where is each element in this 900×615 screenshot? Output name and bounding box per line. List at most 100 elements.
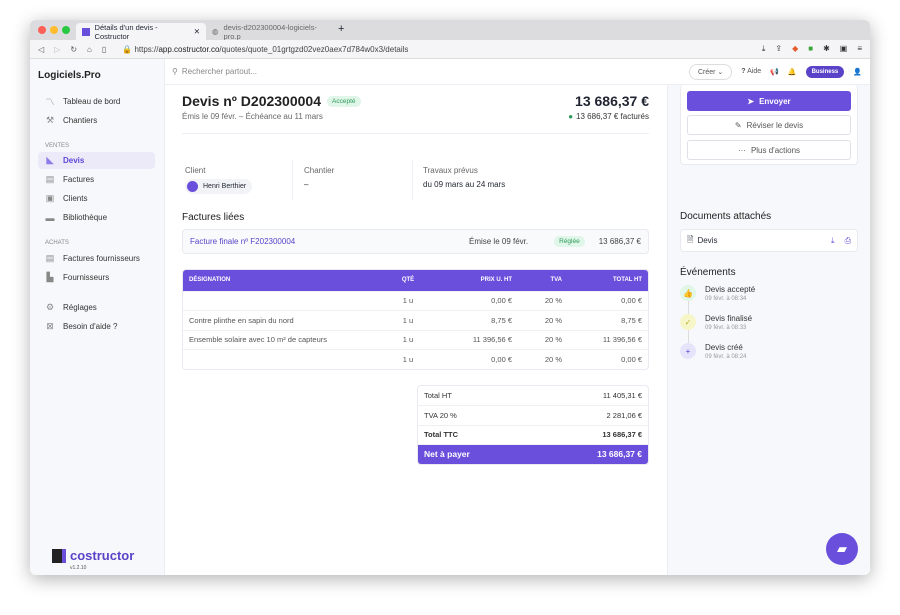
sidebar-item-dashboard[interactable]: 〽 Tableau de bord <box>38 93 155 110</box>
invoice-status-badge: Réglée <box>554 236 585 247</box>
avatar <box>187 181 198 192</box>
more-label: Plus d'actions <box>750 145 801 155</box>
table-row[interactable]: Ensemble solaire avec 10 m² de capteurs 1… <box>183 329 648 350</box>
event-date: 09 févr. à 08:24 <box>705 354 747 360</box>
plus-icon: + <box>680 343 696 359</box>
sidebar-item-label: Fournisseurs <box>63 273 110 282</box>
table-row[interactable]: 1 u 0,00 €20 % 0,00 € <box>183 290 648 311</box>
linked-invoice-row[interactable]: Facture finale nº F202300004 Émise le 09… <box>182 229 649 254</box>
chat-button[interactable]: ▰ <box>826 533 858 565</box>
home-icon[interactable]: ⌂ <box>87 45 92 54</box>
worker-icon: ⚒ <box>45 115 55 125</box>
share-icon[interactable]: ⇪ <box>775 44 782 54</box>
new-tab-button[interactable]: + <box>338 23 344 35</box>
top-bar: ⚲ Rechercher partout... Créer ⌄ ? Aide 📢 … <box>165 59 870 85</box>
event-label: Devis finalisé <box>705 314 753 323</box>
logo-text: costructor <box>70 548 135 563</box>
sidebar-item-label: Clients <box>63 194 88 203</box>
events-title: Événements <box>680 267 736 278</box>
table-header: DÉSIGNATION QTÉ PRIX U. HT TVA TOTAL HT <box>183 270 648 291</box>
send-button[interactable]: ➤ Envoyer <box>687 91 851 111</box>
chat-bubble-icon: ▰ <box>837 541 847 556</box>
event-label: Devis accepté <box>705 285 756 294</box>
total-value: 13 686,37 € <box>533 424 648 445</box>
create-dropdown[interactable]: Créer ⌄ <box>688 63 733 80</box>
total-value: 2 281,06 € <box>533 405 648 425</box>
sidebar-item-bibliotheque[interactable]: ▬ Bibliothèque <box>38 209 155 226</box>
browser-tab[interactable]: ◍ devis-d202300004-logiciels-pro.p <box>206 23 330 41</box>
bell-icon[interactable]: 🔔 <box>788 68 797 76</box>
url-prefix: https:// <box>134 44 159 54</box>
extensions-icon[interactable]: ✱ <box>823 44 830 54</box>
paper-plane-icon: ➤ <box>747 96 755 106</box>
sidebar: Logiciels.Pro 〽 Tableau de bord ⚒ Chantier… <box>30 59 165 575</box>
sidebar-item-aide[interactable]: ⊠ Besoin d'aide ? <box>38 318 155 335</box>
event-item: 👍 Devis accepté 09 févr. à 08:34 <box>680 285 755 302</box>
search-input[interactable]: ⚲ Rechercher partout... <box>172 67 257 76</box>
help-button[interactable]: ? Aide <box>741 68 761 75</box>
brave-shield-icon[interactable]: ◆ <box>792 44 798 54</box>
sidebar-item-label: Chantiers <box>63 116 98 125</box>
table-row[interactable]: Contre plinthe en sapin du nord 1 u 8,75 €… <box>183 310 648 330</box>
announcements-icon[interactable]: 📢 <box>770 68 779 76</box>
maximize-window-button[interactable] <box>62 26 70 34</box>
sidebar-item-devis[interactable]: ◣ Devis <box>38 152 155 169</box>
url-path: /quotes/quote_01grtgzd02vez0aex7d784w0x3… <box>219 44 409 54</box>
quote-dates: Émis le 09 févr. – Échéance au 11 mars <box>182 112 323 121</box>
sidebar-icon[interactable]: ▣ <box>840 44 848 54</box>
gear-icon: ⚙ <box>45 302 55 312</box>
net-to-pay-row: Net à payer 13 686,37 € <box>418 444 648 464</box>
event-date: 09 févr. à 08:33 <box>705 325 747 331</box>
factory-icon: ▙ <box>46 272 54 282</box>
invoice-date: Émise le 09 févr. <box>468 237 529 246</box>
url-field[interactable]: 🔒 https://app.costructor.co/quotes/quote… <box>122 45 408 54</box>
divider <box>182 133 649 134</box>
sidebar-item-factures-fournisseurs[interactable]: ▤ Factures fournisseurs <box>38 250 155 267</box>
sidebar-item-clients[interactable]: ▣ Clients <box>38 190 155 207</box>
unit-price-cell: 11 396,56 € <box>438 329 518 350</box>
invoice-link[interactable]: Facture finale nº F202300004 <box>190 237 295 246</box>
search-placeholder: Rechercher partout... <box>181 67 258 76</box>
total-value: 11 405,31 € <box>602 391 642 400</box>
close-tab-icon[interactable]: ✕ <box>194 27 200 36</box>
sidebar-item-label: Besoin d'aide ? <box>63 322 118 331</box>
forward-icon[interactable]: ▷ <box>54 45 60 54</box>
back-icon[interactable]: ◁ <box>38 45 44 54</box>
search-icon: ⚲ <box>172 67 178 76</box>
works-label: Travaux prévus <box>423 166 478 175</box>
print-icon[interactable]: ⎙ <box>845 236 851 246</box>
extension-green-icon[interactable]: ■ <box>808 44 813 54</box>
install-icon[interactable]: ⤓ <box>762 44 766 54</box>
reload-icon[interactable]: ↻ <box>70 45 77 54</box>
download-icon[interactable]: ⤓ <box>831 236 835 246</box>
revise-button[interactable]: ✎ Réviser le devis <box>687 115 851 135</box>
client-chip[interactable]: Henri Berthier <box>185 179 253 194</box>
vat-cell: 20 % <box>518 290 568 311</box>
help-label: Aide <box>747 68 762 75</box>
more-actions-button[interactable]: ··· Plus d'actions <box>687 140 851 160</box>
send-label: Envoyer <box>759 96 791 106</box>
sidebar-item-label: Tableau de bord <box>63 97 121 106</box>
sidebar-item-fournisseurs[interactable]: ▙ Fournisseurs <box>38 269 155 286</box>
file-icon: 🗎 <box>687 234 694 244</box>
close-window-button[interactable] <box>38 26 46 34</box>
browser-tab-active[interactable]: Détails d'un devis - Costructor ✕ <box>76 23 206 41</box>
minimize-window-button[interactable] <box>50 26 58 34</box>
create-label: Créer <box>697 68 716 76</box>
document-row[interactable]: 🗎 Devis ⤓ ⎙ <box>680 229 858 252</box>
user-icon[interactable]: 👤 <box>853 68 862 76</box>
table-row[interactable]: 1 u 0,00 €20 % 0,00 € <box>183 349 648 369</box>
bookmark-icon[interactable]: ▯ <box>102 45 106 54</box>
ruler-icon: ◣ <box>46 155 54 165</box>
menu-icon[interactable]: ≡ <box>857 44 862 54</box>
designation-cell <box>183 349 378 369</box>
sidebar-item-chantiers[interactable]: ⚒ Chantiers <box>38 112 155 129</box>
total-cell: 0,00 € <box>568 349 648 369</box>
sidebar-item-factures[interactable]: ▤ Factures <box>38 171 155 188</box>
plan-badge[interactable]: Business <box>805 65 845 78</box>
unit-price-cell: 8,75 € <box>438 310 518 330</box>
vat-cell: 20 % <box>518 310 568 330</box>
sidebar-item-reglages[interactable]: ⚙ Réglages <box>38 299 155 316</box>
total-label: TVA 20 % <box>418 405 534 425</box>
globe-icon: ◍ <box>212 27 219 36</box>
